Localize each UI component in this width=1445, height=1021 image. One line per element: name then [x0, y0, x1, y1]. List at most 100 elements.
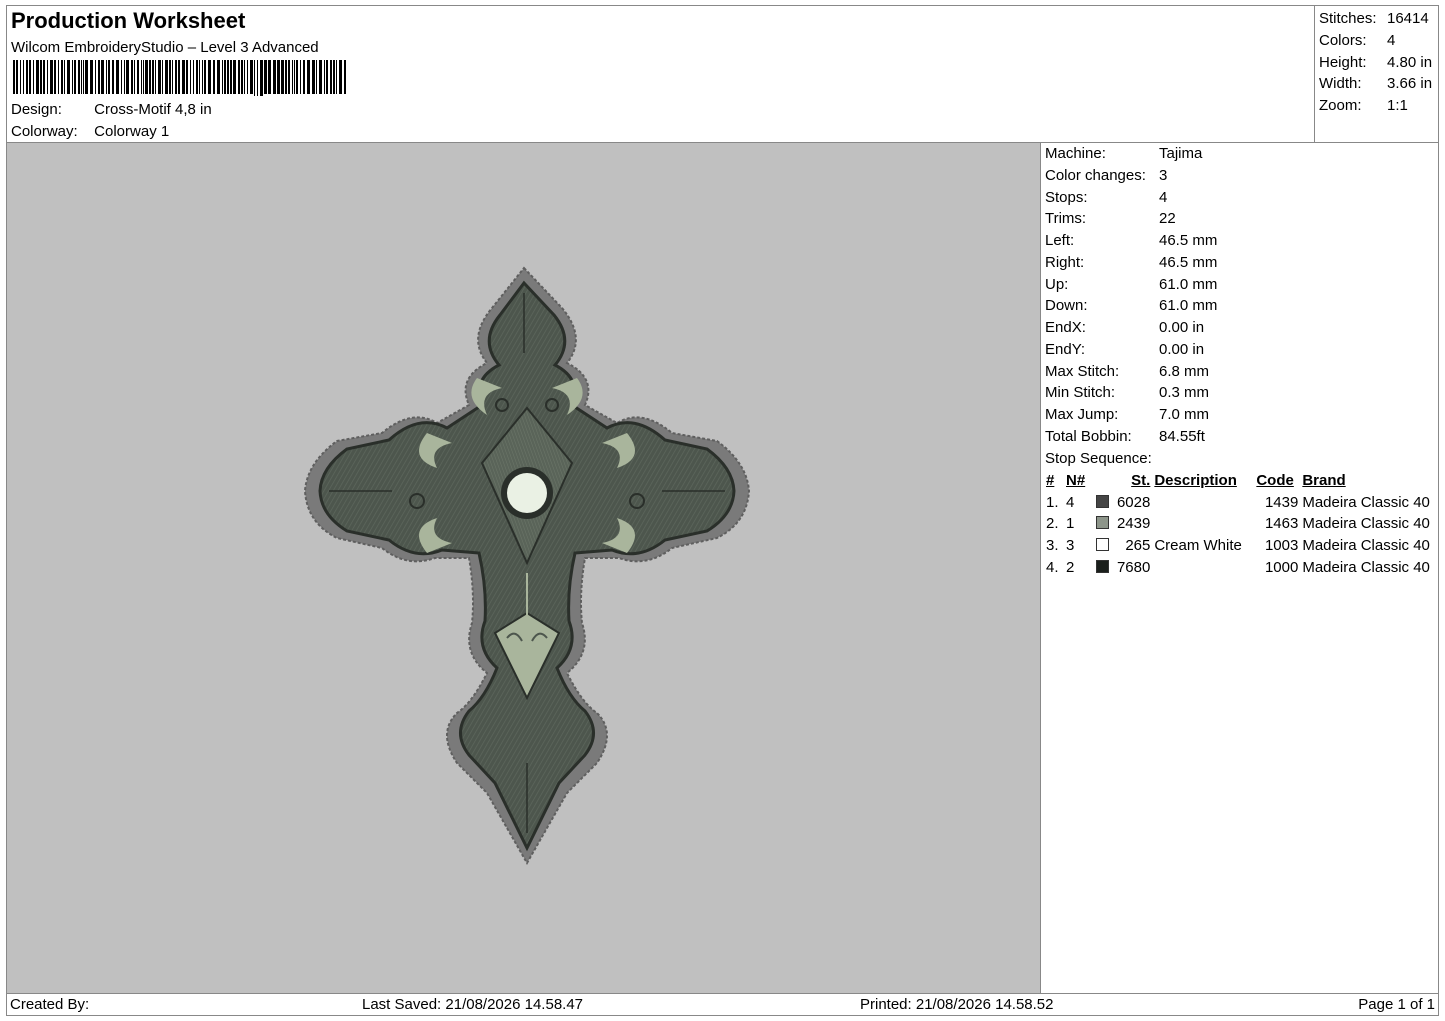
color-swatch: [1096, 516, 1110, 530]
page-number: Page 1 of 1: [1358, 996, 1435, 1013]
stat-label: Stitches:: [1319, 10, 1377, 27]
needle-value: 4: [1066, 493, 1075, 511]
info-label: Left:: [1045, 232, 1075, 249]
info-label: Min Stitch:: [1045, 384, 1116, 402]
needle-number: 1: [1064, 513, 1111, 535]
info-label: Down:: [1045, 297, 1088, 315]
table-row: 1. 4 6028 1439 Madeira Classic 40: [1044, 491, 1432, 513]
info-trims: Trims: 22: [1045, 208, 1439, 230]
stat-zoom: Zoom: 1:1: [1319, 95, 1439, 117]
table-row: 3. 3 265 Cream White 1003 Madeira Classic 40: [1044, 535, 1432, 557]
info-left: Left: 46.5 mm: [1045, 230, 1439, 252]
info-label: Color changes:: [1045, 166, 1146, 184]
info-down: Down: 61.0 mm: [1045, 295, 1439, 317]
info-stop-sequence: Stop Sequence:: [1045, 448, 1439, 470]
stat-value: 16414: [1387, 10, 1429, 27]
thread-code: 1439: [1264, 493, 1299, 511]
worksheet-footer: Created By: Last Saved: 21/08/2026 14.58…: [7, 993, 1439, 1016]
design-preview-canvas: [7, 143, 1041, 993]
stat-label: Width:: [1319, 75, 1362, 93]
info-label: Stops:: [1045, 188, 1088, 206]
thread-brand: Madeira Classic 40: [1302, 537, 1430, 555]
stitch-count: 2439: [1116, 515, 1151, 533]
info-endx: EndX: 0.00 in: [1045, 317, 1439, 339]
color-swatch: [1096, 538, 1110, 552]
needle-number: 4: [1064, 491, 1111, 513]
info-color-changes: Color changes: 3: [1045, 165, 1439, 187]
thread-code: 1003: [1264, 537, 1299, 555]
info-label: Max Jump:: [1045, 406, 1119, 423]
seq-index: 3.: [1046, 537, 1059, 555]
design-stats-box: Stitches: 16414 Colors: 4 Height: 4.80 in W…: [1314, 6, 1439, 143]
info-label: Right:: [1045, 253, 1085, 271]
info-value: 22: [1159, 210, 1176, 228]
stat-value: 4: [1387, 31, 1396, 49]
info-max-jump: Max Jump: 7.0 mm: [1045, 404, 1439, 426]
stitch-count: 6028: [1116, 493, 1151, 511]
info-value: 7.0 mm: [1159, 406, 1210, 423]
info-label: Trims:: [1045, 210, 1087, 228]
info-label: EndY:: [1045, 340, 1086, 358]
thread-description: [1152, 491, 1254, 513]
machine-info-panel: Machine: Tajima Color changes: 3 Stops: 4 T…: [1042, 143, 1439, 993]
printed-date: Printed: 21/08/2026 14.58.52: [860, 996, 1054, 1013]
thread-brand: Madeira Classic 40: [1302, 493, 1430, 511]
stat-value: 1:1: [1387, 97, 1408, 115]
stat-colors: Colors: 4: [1319, 30, 1439, 52]
info-value: 46.5 mm: [1159, 253, 1218, 271]
needle-value: 3: [1066, 537, 1075, 555]
info-label: Machine:: [1045, 145, 1106, 162]
color-swatch: [1096, 494, 1110, 508]
col-header-needle: N#: [1066, 471, 1086, 489]
info-value: 0.3 mm: [1159, 384, 1210, 402]
thread-description: [1152, 557, 1254, 579]
info-label: Stop Sequence:: [1045, 449, 1152, 467]
design-label: Design:: [11, 101, 62, 118]
info-label: Max Stitch:: [1045, 362, 1120, 380]
thread-description: [1152, 513, 1254, 535]
info-min-stitch: Min Stitch: 0.3 mm: [1045, 382, 1439, 404]
center-stone: [507, 473, 547, 513]
info-right: Right: 46.5 mm: [1045, 252, 1439, 274]
colorway-value: Colorway 1: [94, 123, 170, 140]
needle-number: 2: [1064, 557, 1111, 579]
stat-label: Height:: [1319, 53, 1367, 71]
info-total-bobbin: Total Bobbin: 84.55ft: [1045, 426, 1439, 448]
info-stops: Stops: 4: [1045, 187, 1439, 209]
worksheet-page: Production Worksheet Wilcom EmbroiderySt…: [6, 5, 1439, 1016]
info-label: Up:: [1045, 275, 1069, 293]
stitch-count: 7680: [1116, 558, 1151, 576]
stat-value: 3.66 in: [1387, 75, 1433, 93]
stat-value: 4.80 in: [1387, 53, 1433, 71]
col-header-brand: Brand: [1302, 471, 1346, 489]
stat-label: Colors:: [1319, 31, 1367, 49]
last-saved: Last Saved: 21/08/2026 14.58.47: [362, 996, 584, 1013]
barcode-image: [13, 60, 346, 96]
worksheet-header: Production Worksheet Wilcom EmbroiderySt…: [7, 6, 1314, 143]
info-value: 0.00 in: [1159, 319, 1205, 336]
info-value: 4: [1159, 188, 1168, 206]
thread-code: 1000: [1264, 558, 1299, 576]
design-row: Design: Cross-Motif 4,8 in: [11, 101, 212, 118]
info-value: 84.55ft: [1159, 427, 1205, 445]
thread-code: 1463: [1264, 515, 1299, 533]
info-value: 6.8 mm: [1159, 362, 1210, 380]
stat-height: Height: 4.80 in: [1319, 52, 1439, 74]
thread-brand: Madeira Classic 40: [1302, 558, 1430, 576]
info-value: 0.00 in: [1159, 340, 1205, 358]
stat-width: Width: 3.66 in: [1319, 73, 1439, 95]
info-machine: Machine: Tajima: [1045, 143, 1439, 165]
stop-sequence-table: # N# St. Description Code Brand 1. 4 6028 1…: [1044, 469, 1432, 578]
needle-number: 3: [1064, 535, 1111, 557]
needle-value: 2: [1066, 558, 1075, 576]
col-header-code: Code: [1256, 471, 1294, 489]
table-row: 2. 1 2439 1463 Madeira Classic 40: [1044, 513, 1432, 535]
table-row: 4. 2 7680 1000 Madeira Classic 40: [1044, 557, 1432, 579]
colorway-label: Colorway:: [11, 123, 78, 140]
created-by: Created By:: [10, 996, 90, 1013]
thread-description: Cream White: [1154, 537, 1242, 555]
info-value: 61.0 mm: [1159, 275, 1218, 293]
thread-brand: Madeira Classic 40: [1302, 515, 1430, 533]
info-value: Tajima: [1159, 145, 1203, 162]
info-endy: EndY: 0.00 in: [1045, 339, 1439, 361]
